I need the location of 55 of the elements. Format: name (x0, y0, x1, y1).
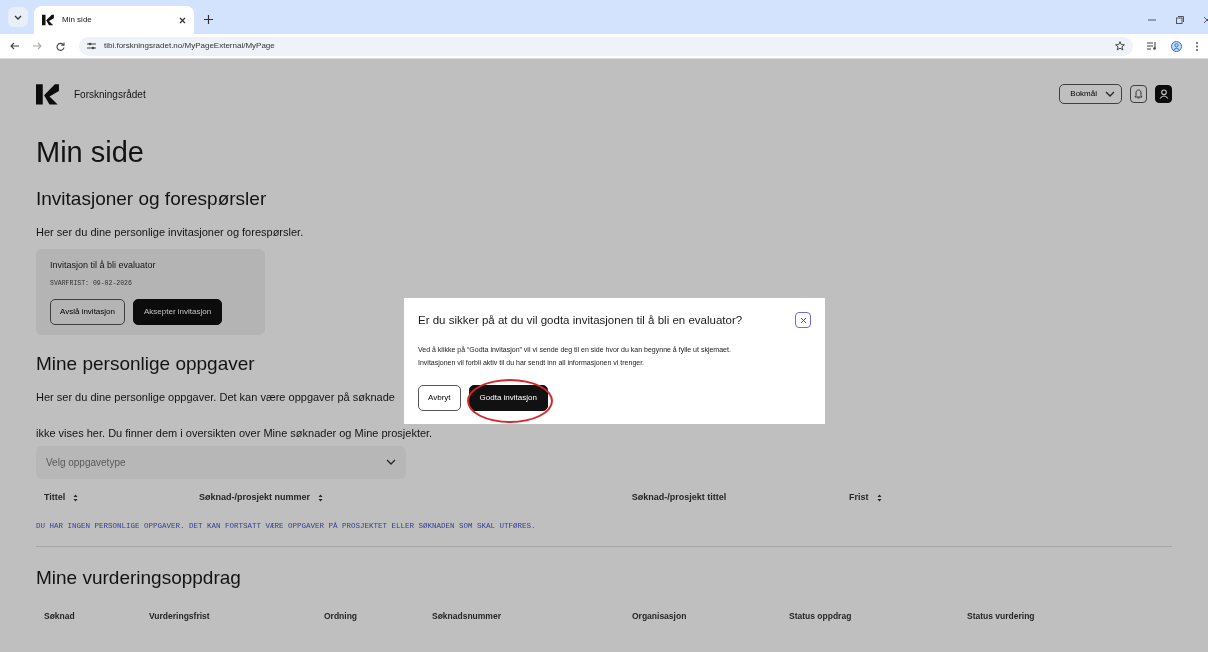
close-icon[interactable] (179, 16, 186, 24)
cancel-button[interactable]: Avbryt (418, 385, 461, 412)
brand-name: Forskningsrådet (74, 87, 146, 102)
column-header: Søknad-/prosjekt tittel (631, 490, 727, 504)
decline-button[interactable]: Avslå invitasjon (50, 298, 125, 325)
section-heading: Invitasjoner og forespørsler (36, 187, 267, 211)
sort-icon[interactable] (318, 493, 324, 502)
column-header: Organisasjon (632, 610, 688, 624)
url-text: tibi.forskningsradet.no/MyPageExternal/MyPage (104, 40, 275, 52)
media-control-icon[interactable] (1147, 42, 1157, 50)
page-title: Min side (36, 135, 145, 170)
column-header: Vurderingsfrist (149, 610, 211, 624)
user-icon (1158, 89, 1169, 99)
dialog-title: Er du sikker på at du vil godta invitasjonen til å bli en evaluator? (418, 313, 743, 328)
chevron-down-icon (14, 14, 22, 20)
tune-icon (87, 42, 96, 50)
section-description: ikke vises her. Du finner dem i oversikten over Mine søknader og Mine prosjekter. (36, 425, 433, 440)
column-header: Ordning (324, 610, 359, 624)
user-button[interactable] (1155, 85, 1172, 103)
tab-list-button[interactable] (8, 7, 28, 27)
bell-icon (1134, 89, 1143, 99)
logo-icon (42, 14, 54, 26)
column-header: Søknad (44, 610, 76, 624)
section-description: Her ser du dine personlige oppgaver. Det kan være oppgaver på søknade (36, 389, 395, 405)
column-header: Status oppdrag (789, 610, 853, 624)
section-description: Her ser du dine personlige invitasjoner og forespørsler. (36, 224, 304, 240)
close-button[interactable] (795, 312, 811, 328)
sort-icon[interactable] (73, 493, 79, 502)
language-select[interactable]: Bokmål (1059, 84, 1122, 104)
column-header: Søknadsnummer (432, 610, 502, 624)
tab-title: Min side (62, 14, 93, 26)
logo-icon (36, 82, 60, 106)
close-icon (799, 316, 807, 324)
reload-icon[interactable] (56, 41, 65, 51)
restore-icon[interactable] (1176, 16, 1184, 24)
task-type-select[interactable]: Velg oppgavetype (36, 445, 406, 479)
column-header[interactable]: Frist (849, 490, 869, 505)
sort-icon[interactable] (876, 493, 882, 502)
column-header: Status vurdering (967, 610, 1036, 624)
confirm-button[interactable]: Godta invitasjon (468, 385, 548, 412)
accept-button[interactable]: Aksepter invitasjon (133, 298, 223, 325)
plus-icon[interactable] (204, 15, 213, 24)
section-heading: Mine personlige oppgaver (36, 352, 255, 376)
invitation-title: Invitasjon til å bli evaluator (50, 258, 157, 272)
profile-icon[interactable] (1171, 40, 1182, 52)
back-arrow-icon[interactable] (10, 42, 19, 50)
notifications-button[interactable] (1130, 85, 1147, 103)
section-heading: Mine vurderingsoppdrag (36, 566, 241, 590)
column-header[interactable]: Søknad-/prosjekt nummer (199, 490, 311, 505)
address-bar[interactable]: tibi.forskningsradet.no/MyPageExternal/MyPage (79, 36, 1133, 56)
browser-tab[interactable]: Min side (34, 6, 194, 34)
star-icon[interactable] (1115, 41, 1125, 51)
chevron-down-icon (386, 459, 396, 466)
chevron-down-icon (1105, 91, 1115, 97)
column-header[interactable]: Tittel (44, 490, 66, 505)
